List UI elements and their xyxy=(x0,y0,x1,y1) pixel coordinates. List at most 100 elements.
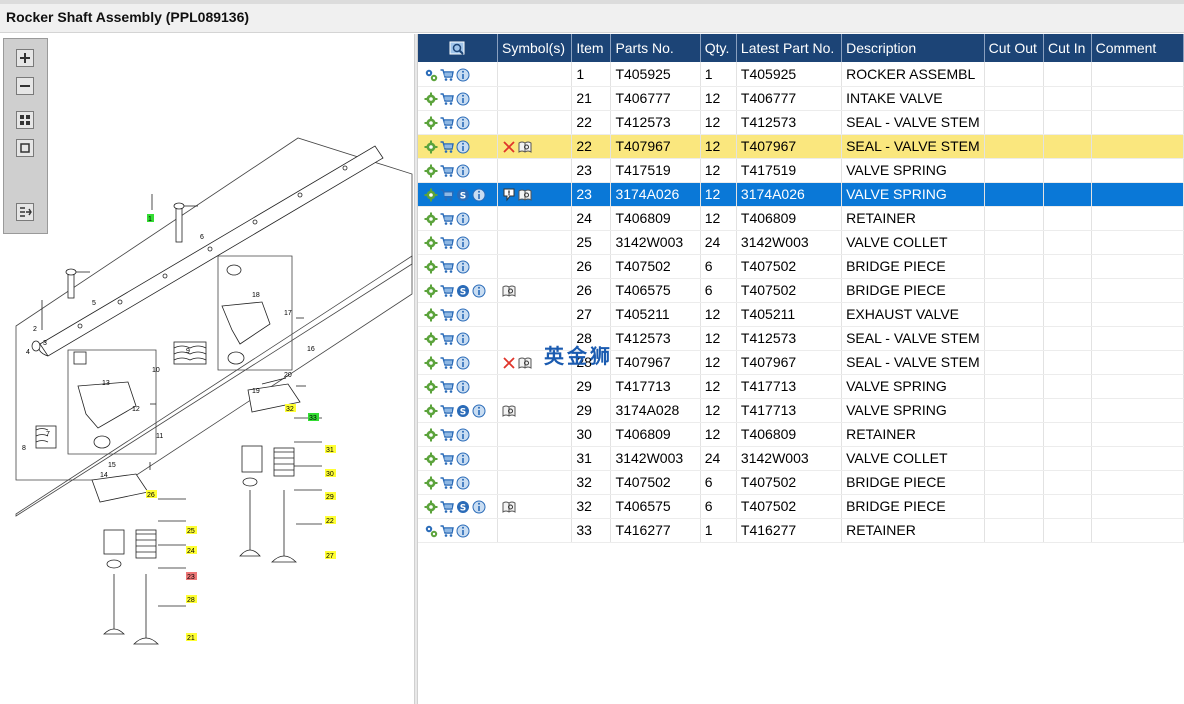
gear-icon[interactable] xyxy=(424,92,438,106)
cart-icon[interactable] xyxy=(440,356,454,370)
table-row[interactable]: 30 T406809 12 T406809 RETAINER xyxy=(418,422,1184,447)
info-icon[interactable] xyxy=(456,92,470,106)
callout-5[interactable]: 5 xyxy=(92,300,96,307)
table-row[interactable]: S 26 T406575 6 T407502 BRIDGE PIECE xyxy=(418,278,1184,303)
diagram-pane[interactable]: 1 2 3 4 5 6 7 8 9 10 11 12 13 14 15 16 17 18 19 20 21 22 23 24 2… xyxy=(0,34,414,704)
table-row[interactable]: 22 T407967 12 T407967 SEAL - VALVE STEM xyxy=(418,134,1184,159)
cart-icon[interactable] xyxy=(440,116,454,130)
callout-20[interactable]: 20 xyxy=(284,372,292,379)
info-icon[interactable] xyxy=(456,236,470,250)
info-icon[interactable] xyxy=(456,452,470,466)
cart-icon[interactable] xyxy=(440,140,454,154)
gear-icon[interactable] xyxy=(424,332,438,346)
s-icon[interactable]: S xyxy=(456,500,470,514)
table-row[interactable]: 23 T417519 12 T417519 VALVE SPRING xyxy=(418,158,1184,183)
info-icon[interactable] xyxy=(456,476,470,490)
callout-13[interactable]: 13 xyxy=(102,380,110,387)
cart-icon[interactable] xyxy=(440,236,454,250)
s-icon[interactable]: S xyxy=(456,284,470,298)
callout-12[interactable]: 12 xyxy=(132,406,140,413)
book-icon[interactable] xyxy=(502,500,516,514)
info-icon[interactable] xyxy=(456,68,470,82)
column-header-symbols[interactable]: Symbol(s) xyxy=(497,34,573,62)
callout-17[interactable]: 17 xyxy=(284,310,292,317)
callout-11[interactable]: 11 xyxy=(156,433,163,440)
cart-icon[interactable] xyxy=(440,284,454,298)
table-row[interactable]: 21 T406777 12 T406777 INTAKE VALVE xyxy=(418,86,1184,111)
gear-icon[interactable] xyxy=(424,476,438,490)
info-icon[interactable] xyxy=(456,164,470,178)
gear-icon[interactable] xyxy=(424,164,438,178)
table-row[interactable]: 25 3142W003 24 3142W003 VALVE COLLET xyxy=(418,230,1184,255)
callout-16[interactable]: 16 xyxy=(307,346,315,353)
cart-icon[interactable] xyxy=(440,524,454,538)
callout-15[interactable]: 15 xyxy=(108,462,116,469)
gear-icon[interactable] xyxy=(424,452,438,466)
gear-icon[interactable] xyxy=(424,308,438,322)
column-header-item[interactable]: Item xyxy=(571,34,612,62)
column-header-cut-in[interactable]: Cut In xyxy=(1043,34,1092,62)
callout-21[interactable]: 21 xyxy=(186,633,197,642)
callout-8[interactable]: 8 xyxy=(22,445,26,452)
gear-icon[interactable] xyxy=(424,188,438,202)
table-row[interactable]: S 23 3174A026 12 3174A026 VALVE SPRING xyxy=(418,182,1184,207)
callout-9[interactable]: 9 xyxy=(186,348,190,355)
assembly-gear-icon[interactable] xyxy=(424,68,438,82)
info-icon[interactable] xyxy=(456,116,470,130)
callout-3[interactable]: 3 xyxy=(43,340,47,347)
table-row[interactable]: 22 T412573 12 T412573 SEAL - VALVE STEM xyxy=(418,110,1184,135)
gear-icon[interactable] xyxy=(424,236,438,250)
table-row[interactable]: S 32 T406575 6 T407502 BRIDGE PIECE xyxy=(418,494,1184,519)
cart-icon[interactable] xyxy=(440,68,454,82)
table-row[interactable]: 1 T405925 1 T405925 ROCKER ASSEMBL xyxy=(418,62,1184,87)
table-row[interactable]: S 29 3174A028 12 T417713 VALVE SPRING xyxy=(418,398,1184,423)
callout-22[interactable]: 22 xyxy=(325,516,336,525)
s-icon[interactable]: S xyxy=(456,188,470,202)
info-icon[interactable] xyxy=(456,260,470,274)
book-icon[interactable] xyxy=(518,356,532,370)
info-icon[interactable] xyxy=(456,308,470,322)
column-header-cut-out[interactable]: Cut Out xyxy=(984,34,1045,62)
info-icon[interactable] xyxy=(472,284,486,298)
info-icon[interactable] xyxy=(456,332,470,346)
column-header-comment[interactable]: Comment xyxy=(1091,34,1184,62)
zoom-out-button[interactable] xyxy=(16,77,34,95)
info-icon[interactable] xyxy=(456,356,470,370)
cart-icon[interactable] xyxy=(440,500,454,514)
callout-28[interactable]: 28 xyxy=(186,595,197,604)
column-header-latest-part-no[interactable]: Latest Part No. xyxy=(736,34,843,62)
callout-33[interactable]: 33 xyxy=(308,413,319,422)
table-row[interactable]: 28 T407967 12 T407967 SEAL - VALVE STEM xyxy=(418,350,1184,375)
callout-18[interactable]: 18 xyxy=(252,292,260,299)
callout-24[interactable]: 24 xyxy=(186,546,197,555)
info-icon[interactable] xyxy=(456,524,470,538)
cart-icon[interactable] xyxy=(440,260,454,274)
assembly-gear-icon[interactable] xyxy=(424,524,438,538)
info-icon[interactable] xyxy=(472,500,486,514)
gear-icon[interactable] xyxy=(424,428,438,442)
cart-icon[interactable] xyxy=(440,92,454,106)
cart-icon[interactable] xyxy=(440,404,454,418)
search-table-icon[interactable] xyxy=(449,41,467,57)
cart-icon[interactable] xyxy=(440,476,454,490)
export-button[interactable] xyxy=(16,203,34,221)
callout-27[interactable]: 27 xyxy=(325,551,336,560)
info-icon[interactable] xyxy=(456,140,470,154)
callout-30[interactable]: 30 xyxy=(325,469,336,478)
cart-icon[interactable] xyxy=(440,164,454,178)
info-icon[interactable] xyxy=(456,428,470,442)
book-icon[interactable] xyxy=(502,284,516,298)
table-row[interactable]: 28 T412573 12 T412573 SEAL - VALVE STEM xyxy=(418,326,1184,351)
callout-6[interactable]: 6 xyxy=(200,234,204,241)
callout-2[interactable]: 2 xyxy=(33,326,37,333)
cart-icon[interactable] xyxy=(440,452,454,466)
column-header-description[interactable]: Description xyxy=(841,34,985,62)
info-icon[interactable] xyxy=(456,380,470,394)
gear-icon[interactable] xyxy=(424,404,438,418)
fit-all-button[interactable] xyxy=(16,111,34,129)
cart-icon[interactable] xyxy=(440,380,454,394)
info-icon[interactable] xyxy=(472,188,486,202)
gear-icon[interactable] xyxy=(424,500,438,514)
callout-4[interactable]: 4 xyxy=(26,349,30,356)
callout-25[interactable]: 25 xyxy=(186,526,197,535)
